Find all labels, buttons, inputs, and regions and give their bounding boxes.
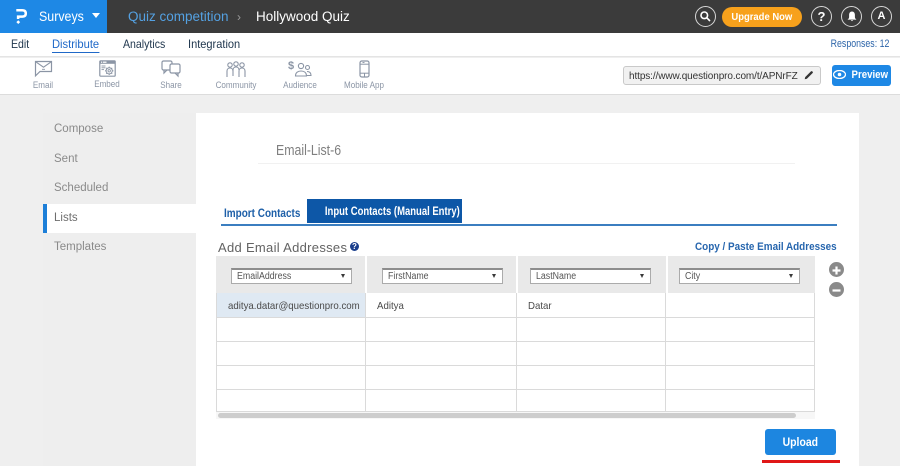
svg-text:$: $ — [288, 60, 294, 72]
